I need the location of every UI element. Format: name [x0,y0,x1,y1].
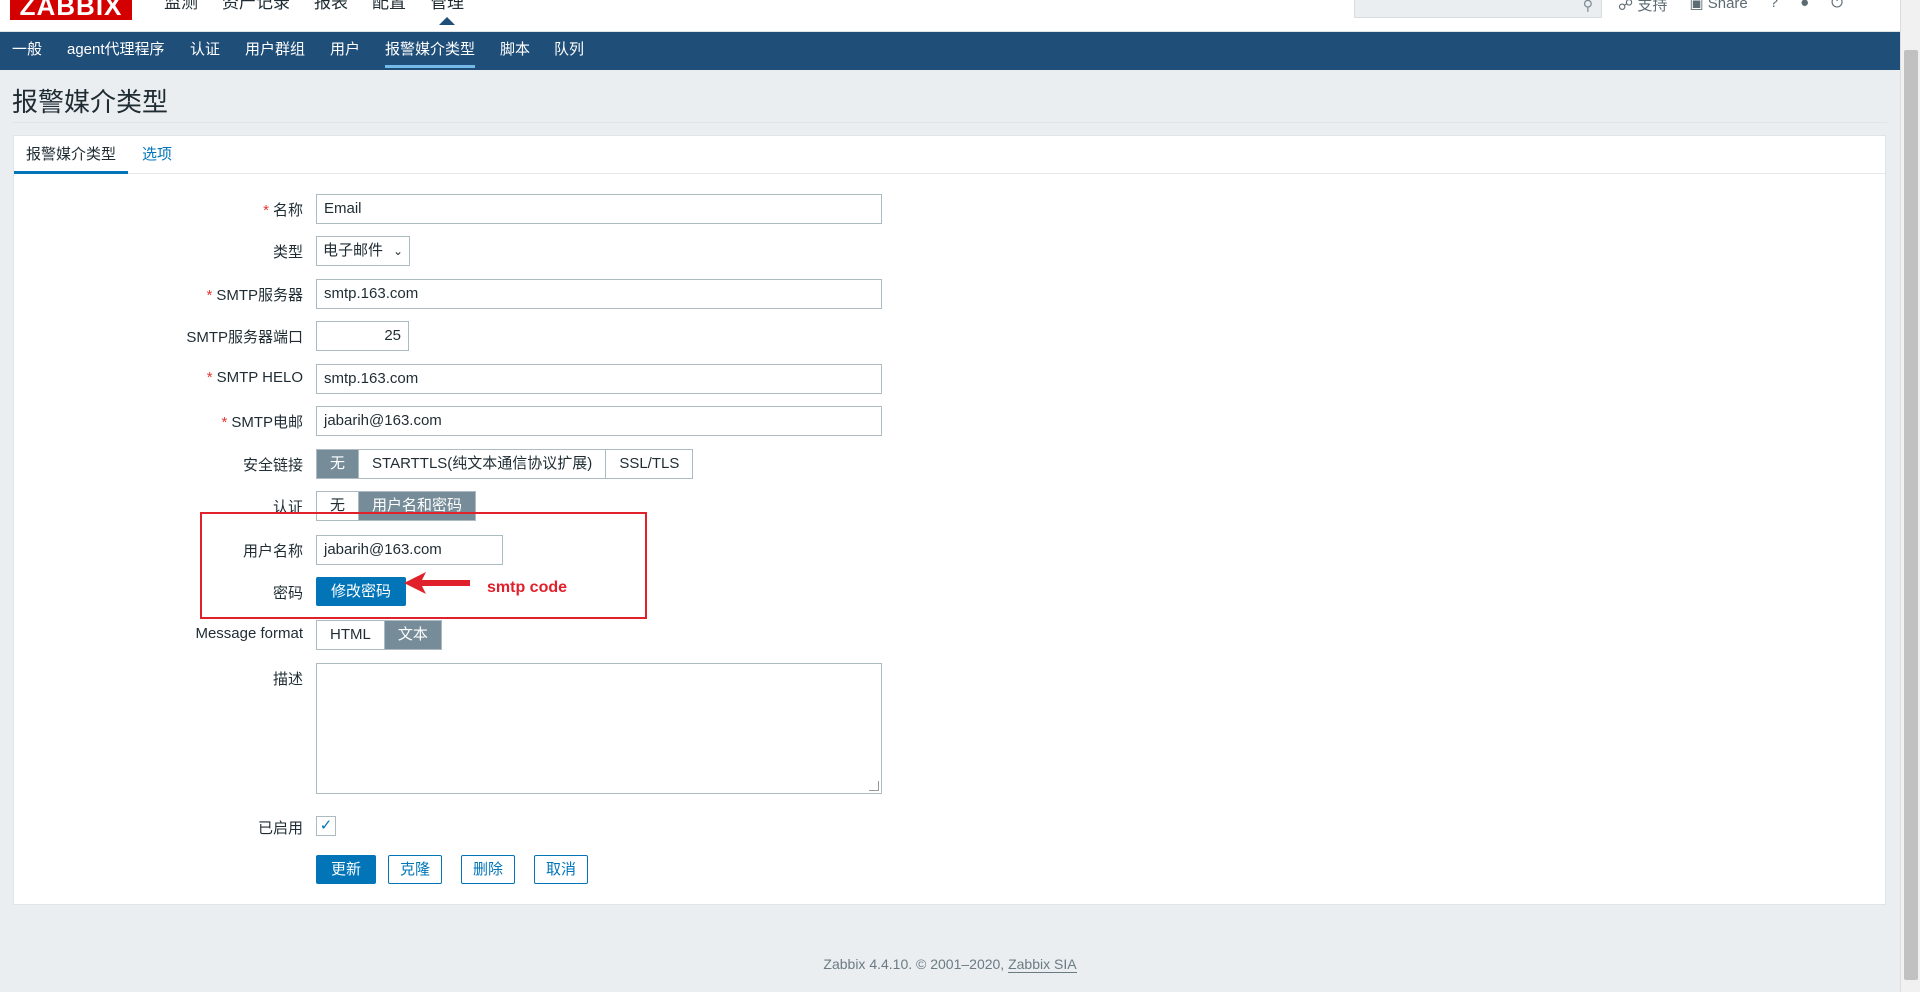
annotation-arrow-icon [404,572,470,594]
name-input[interactable]: Email [316,194,882,224]
user-profile-icon[interactable]: ● [1800,0,1809,15]
label-description: 描述 [272,671,303,688]
support-link[interactable]: ☍ 支持 [1618,0,1667,15]
label-smtp-email: * SMTP电邮 [221,411,303,432]
subnav-users[interactable]: 用户 [330,32,360,70]
search-input[interactable]: ⚲ [1354,0,1602,18]
label-name-text: 名称 [272,202,303,219]
support-label: 支持 [1637,0,1668,14]
smtp-email-input[interactable]: jabarih@163.com [316,406,882,436]
label-enabled: 已启用 [257,820,303,837]
label-message-format: Message format [195,625,303,642]
security-option-starttls[interactable]: STARTTLS(纯文本通信协议扩展) [359,450,607,478]
subnav-queue[interactable]: 队列 [554,32,584,70]
clone-button[interactable]: 克隆 [388,855,443,884]
label-type: 类型 [272,244,303,261]
top-menu-administration[interactable]: 管理 [418,0,476,25]
help-icon[interactable]: ? [1770,0,1778,15]
description-textarea[interactable] [316,663,882,794]
smtp-helo-input[interactable]: smtp.163.com [316,364,882,394]
type-select[interactable]: 电子邮件 ⌄ [316,236,411,266]
enabled-checkbox[interactable]: ✓ [316,816,336,836]
required-mark: * [263,202,269,219]
top-menu-configuration[interactable]: 配置 [360,0,418,15]
annotation-label: smtp code [487,579,568,596]
annotation-highlight-box [200,512,647,619]
label-name: * 名称 [263,199,303,220]
label-smtp-email-text: SMTP电邮 [231,414,303,431]
label-smtp-port: SMTP服务器端口 [186,329,303,346]
top-menu-reports[interactable]: 报表 [302,0,360,15]
vertical-scrollbar[interactable] [1900,0,1920,992]
label-smtp-server: * SMTP服务器 [206,284,303,305]
subnav-media-types[interactable]: 报警媒介类型 [385,32,476,68]
resize-grip-icon[interactable] [869,781,879,791]
message-format-option-text[interactable]: 文本 [384,621,441,649]
label-security: 安全链接 [242,457,303,474]
label-smtp-helo-text: SMTP HELO [216,369,303,386]
search-icon[interactable]: ⚲ [1583,0,1593,14]
update-button[interactable]: 更新 [316,855,377,884]
page-footer: Zabbix 4.4.10. © 2001–2020, Zabbix SIA [0,956,1900,973]
share-link[interactable]: ▣ Share [1689,0,1747,15]
smtp-server-input[interactable]: smtp.163.com [316,279,882,309]
form-labels: * 名称 类型 * SMTP服务器 SMTP服务器端口 * SMTP HELO * SM… [0,0,303,992]
scrollbar-thumb[interactable] [1904,50,1918,980]
cancel-button[interactable]: 取消 [534,855,589,884]
message-format-segmented-control: HTML 文本 [316,620,442,650]
footer-link[interactable]: Zabbix SIA [1008,956,1077,973]
smtp-port-input[interactable]: 25 [316,321,409,351]
chevron-down-icon: ⌄ [392,244,404,258]
label-smtp-server-text: SMTP服务器 [216,287,303,304]
required-mark: * [221,414,228,431]
security-segmented-control: 无 STARTTLS(纯文本通信协议扩展) SSL/TLS [316,449,694,479]
sign-out-icon[interactable]: ⏻ [1831,0,1843,15]
footer-text: Zabbix 4.4.10. © 2001–2020, [823,956,1009,972]
type-select-value: 电子邮件 [323,242,384,259]
top-right-links: ☍ 支持 ▣ Share ? ● ⏻ [1618,0,1843,15]
security-option-ssl-tls[interactable]: SSL/TLS [606,450,693,478]
security-option-none[interactable]: 无 [317,450,360,478]
subnav-scripts[interactable]: 脚本 [500,32,530,70]
share-label: Share [1707,0,1748,12]
required-mark: * [206,369,213,386]
required-mark: * [206,287,213,304]
delete-button[interactable]: 删除 [461,855,516,884]
label-smtp-helo: * SMTP HELO [207,369,303,386]
message-format-option-html[interactable]: HTML [317,621,385,649]
